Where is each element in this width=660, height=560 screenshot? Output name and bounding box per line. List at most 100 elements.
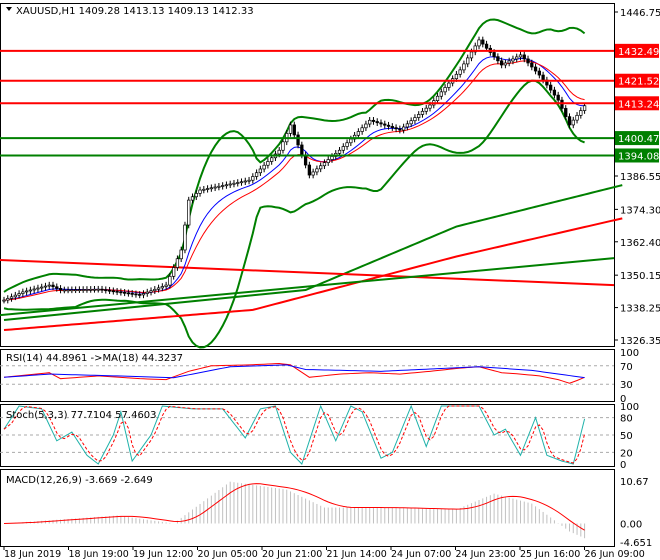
candle: [319, 165, 323, 170]
rsi-tick-label: 70: [620, 362, 633, 373]
candle: [507, 60, 511, 64]
candle: [322, 162, 327, 167]
candle: [349, 138, 353, 144]
candle: [111, 290, 115, 293]
price-tick-label: 1326.35: [620, 336, 660, 347]
macd-tick-label: 0.00: [620, 519, 642, 530]
candle: [141, 293, 146, 296]
candle: [145, 291, 149, 294]
candle: [356, 131, 361, 136]
candle: [205, 188, 210, 190]
level-label: 1421.52: [618, 77, 659, 88]
candle: [58, 288, 63, 291]
level-label: 1400.47: [618, 134, 659, 145]
candle: [537, 70, 541, 76]
macd-tick-label: 10.67: [620, 477, 649, 488]
candle: [311, 171, 315, 176]
candle: [198, 189, 202, 194]
candle: [221, 185, 225, 187]
candle: [85, 289, 89, 291]
time-label: 18 Jun 2019: [4, 549, 61, 560]
candle: [175, 258, 180, 268]
candle: [326, 159, 330, 164]
candle: [341, 146, 345, 151]
price-tick-label: 1338.25: [620, 304, 660, 315]
candle: [251, 176, 255, 181]
candle: [330, 156, 334, 160]
candle: [424, 107, 428, 112]
candle: [526, 58, 530, 64]
time-label: 19 Jun 12:00: [133, 549, 193, 560]
candle: [209, 187, 214, 190]
stoch-tick-label: 0: [620, 460, 626, 471]
candle: [6, 298, 10, 301]
candle: [43, 285, 48, 288]
candle: [368, 119, 372, 125]
level-label: 1432.49: [618, 47, 659, 58]
candle: [394, 127, 398, 130]
stoch-tick-label: 20: [620, 448, 633, 459]
candle: [122, 291, 127, 294]
candle: [149, 290, 153, 293]
candle: [541, 74, 545, 81]
candle: [288, 124, 293, 134]
time-label: 24 Jun 07:00: [391, 549, 451, 560]
candle: [183, 224, 187, 251]
time-label: 24 Jun 23:00: [456, 549, 516, 560]
candle: [89, 289, 93, 291]
time-label: 21 Jun 14:00: [327, 549, 387, 560]
candle: [530, 62, 534, 68]
candle: [582, 105, 587, 111]
candle: [360, 127, 364, 132]
candle: [62, 289, 66, 292]
candle: [443, 87, 447, 93]
candle: [266, 161, 270, 166]
trendline-green: [0, 257, 615, 317]
rsi-label: RSI(14) 44.8961 ->MA(18) 44.3237: [6, 353, 183, 364]
candle: [156, 287, 161, 290]
candle: [9, 296, 14, 299]
candle: [24, 290, 29, 293]
candle: [386, 124, 391, 127]
candle: [66, 289, 70, 292]
candle: [232, 182, 236, 185]
dropdown-triangle-icon: [6, 7, 12, 11]
candle: [292, 124, 296, 136]
candle: [179, 249, 183, 260]
candle: [228, 183, 232, 186]
price-tick-label: 1374.30: [620, 205, 660, 216]
chart-canvas[interactable]: 1446.75 1386.55 1374.30 1362.40 1350.15 1338.…: [0, 0, 660, 560]
candle: [511, 58, 515, 62]
candle: [515, 56, 519, 60]
candle: [32, 288, 36, 291]
candle: [55, 286, 59, 289]
candle: [254, 172, 259, 177]
level-label: 1413.24: [618, 99, 659, 110]
candle: [552, 89, 557, 96]
candle: [564, 108, 568, 118]
candle: [107, 289, 112, 292]
candle: [153, 288, 157, 292]
price-tick-label: 1386.55: [620, 172, 660, 183]
candle: [119, 291, 123, 294]
candle: [496, 56, 500, 62]
candle: [466, 57, 470, 65]
candle: [401, 126, 406, 131]
candle: [499, 60, 504, 66]
candle: [224, 184, 229, 187]
chart-title: XAUUSD,H1 1409.28 1413.13 1409.13 1412.3…: [16, 6, 254, 17]
candle: [40, 286, 44, 289]
candle: [126, 292, 131, 295]
candle: [190, 196, 195, 201]
candle: [17, 293, 21, 296]
candle: [247, 179, 251, 182]
candle: [81, 289, 85, 291]
candle: [571, 119, 575, 126]
candle: [492, 52, 496, 57]
candle: [92, 288, 97, 291]
candle: [77, 289, 82, 291]
price-tick-label: 1446.75: [620, 8, 660, 19]
candle: [462, 63, 466, 71]
candle: [533, 66, 538, 72]
candle: [281, 141, 285, 151]
